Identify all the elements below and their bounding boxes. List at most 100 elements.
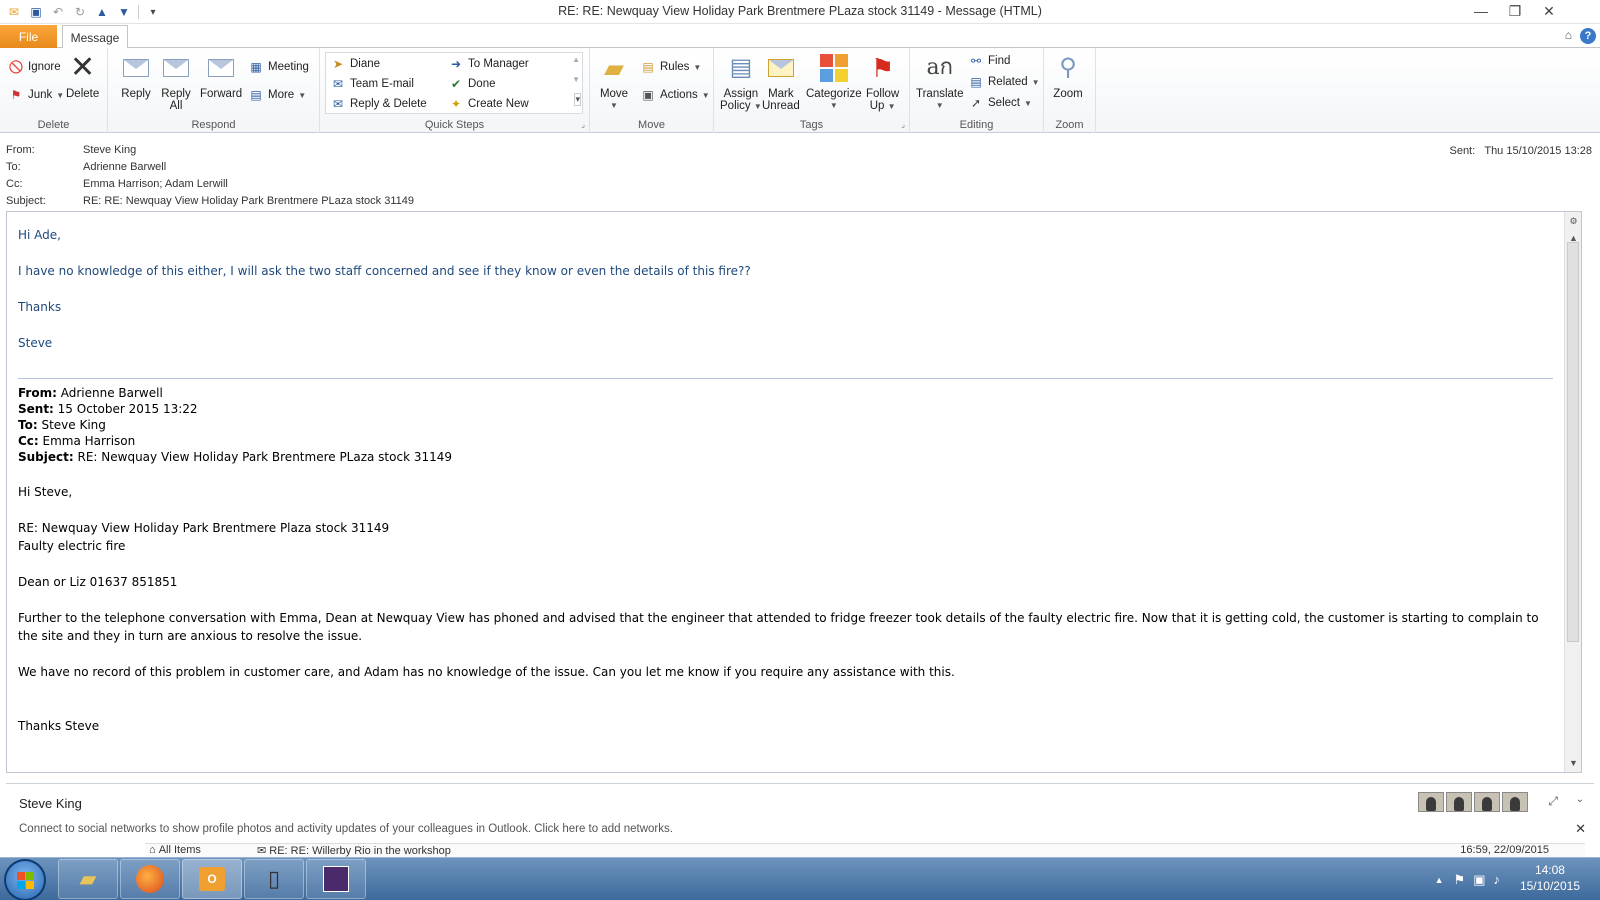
quoted-ref-line-2: Faulty electric fire: [18, 539, 126, 553]
select-button[interactable]: ➚ Select ▼: [968, 94, 1032, 112]
assign-policy-button[interactable]: ▤ Assign Policy ▼: [720, 52, 762, 113]
quoted-cc: Cc: Emma Harrison: [18, 434, 136, 448]
quoted-signature: Thanks Steve: [18, 719, 100, 733]
junk-button[interactable]: ⚑ Junk ▼: [8, 86, 65, 104]
taskbar-outlook[interactable]: O: [182, 859, 242, 899]
rules-button[interactable]: ▤ Rules ▼: [640, 58, 701, 76]
show-hidden-icons[interactable]: ▲: [1435, 875, 1444, 885]
volume-icon[interactable]: ♪: [1494, 872, 1501, 887]
reply-all-button[interactable]: Reply All: [160, 52, 192, 112]
gallery-up-icon[interactable]: ▲: [572, 55, 580, 64]
action-center-flag-icon[interactable]: ⚑: [1454, 872, 1466, 888]
list-item[interactable]: ⌂ All Items: [149, 844, 201, 856]
more-button[interactable]: ▤ More ▼: [248, 86, 306, 104]
quick-step-team-email[interactable]: ✉ Team E-mail: [330, 75, 414, 93]
firefox-icon: [136, 865, 164, 893]
people-pane: Steve King Connect to social networks to…: [6, 783, 1594, 843]
restore-button[interactable]: ❐: [1498, 0, 1532, 22]
move-button[interactable]: ▰ Move ▼: [598, 52, 630, 112]
taskbar-app[interactable]: ▯: [244, 859, 304, 899]
system-clock[interactable]: 14:08 15/10/2015: [1520, 862, 1580, 894]
quick-step-reply-delete[interactable]: ✉ Reply & Delete: [330, 95, 427, 113]
people-pane-name[interactable]: Steve King: [19, 796, 82, 811]
magnifier-icon: ⚲: [1059, 54, 1077, 81]
gallery-more-icon[interactable]: ▾: [574, 93, 581, 106]
tags-group: ▤ Assign Policy ▼ Mark Unread Categorize…: [714, 48, 910, 133]
quoted-ref-line-1: RE: Newquay View Holiday Park Brentmere …: [18, 521, 390, 535]
vertical-scrollbar[interactable]: ⚙ ▲ ▼: [1564, 212, 1581, 772]
delete-button[interactable]: ✕ Delete: [66, 52, 99, 101]
actions-icon: ▣: [642, 88, 654, 102]
taskbar-calculator[interactable]: [306, 859, 366, 899]
gallery-down-icon[interactable]: ▼: [572, 75, 580, 84]
junk-icon: ⚑: [10, 88, 22, 102]
quick-step-icon: ➤: [332, 57, 344, 71]
help-icon[interactable]: ?: [1580, 28, 1596, 44]
meeting-icon: ▦: [250, 60, 262, 74]
close-button[interactable]: ✕: [1532, 0, 1566, 22]
recipient-name[interactable]: Adrienne Barwell: [83, 161, 166, 177]
quoted-from: From: Adrienne Barwell: [18, 386, 163, 400]
zoom-button[interactable]: ⚲ Zoom: [1052, 52, 1084, 101]
actions-button[interactable]: ▣ Actions ▼: [640, 86, 709, 104]
list-item[interactable]: ✉ RE: RE: Willerby Rio in the workshop: [257, 844, 451, 857]
start-button[interactable]: [4, 859, 46, 900]
network-icon[interactable]: ▣: [1473, 872, 1485, 888]
group-label: Delete: [37, 119, 70, 131]
forward-button[interactable]: Forward: [200, 52, 242, 100]
quoted-paragraph-1: Further to the telephone conversation wi…: [18, 611, 1539, 643]
social-network-prompt[interactable]: Connect to social networks to show profi…: [19, 823, 673, 835]
find-button[interactable]: ⚯ Find: [968, 52, 1010, 70]
ignore-button[interactable]: 🚫 Ignore: [8, 58, 61, 76]
windows-taskbar: ▰ O ▯ ▲ ⚑ ▣ ♪ 14:08 15/10/2015: [0, 857, 1600, 900]
close-icon[interactable]: ✕: [1575, 821, 1586, 837]
translate-button[interactable]: aก Translate ▼: [916, 52, 964, 112]
cc-names[interactable]: Emma Harrison; Adam Lerwill: [83, 178, 228, 194]
move-group: ▰ Move ▼ ▤ Rules ▼ ▣ Actions ▼ Move: [590, 48, 714, 133]
scroll-thumb[interactable]: [1567, 242, 1579, 642]
tab-file[interactable]: File: [0, 25, 57, 48]
dialog-launcher-icon[interactable]: ⌟: [901, 120, 905, 129]
quick-step-diane[interactable]: ➤ Diane: [330, 55, 380, 73]
reply-button[interactable]: Reply: [120, 52, 152, 100]
scroll-down-icon[interactable]: ▼: [1566, 755, 1581, 770]
quick-step-to-manager[interactable]: ➜ To Manager: [448, 55, 529, 73]
quick-step-done[interactable]: ✔ Done: [448, 75, 496, 93]
expand-icon[interactable]: ⤢: [1548, 794, 1558, 809]
group-label: Respond: [191, 119, 236, 131]
sender-name[interactable]: Steve King: [83, 144, 136, 160]
message-body[interactable]: Hi Ade, I have no knowledge of this eith…: [6, 211, 1582, 773]
avatar[interactable]: [1474, 792, 1500, 812]
quoted-paragraph-2: We have no record of this problem in cus…: [18, 665, 955, 679]
follow-up-button[interactable]: ⚑ Follow Up ▼: [866, 52, 899, 113]
grid-app-icon: [323, 866, 349, 892]
related-button[interactable]: ▤ Related ▼: [968, 73, 1039, 91]
group-label: Editing: [959, 119, 994, 131]
chevron-down-icon[interactable]: ⌄: [1576, 794, 1584, 805]
more-icon: ▤: [250, 88, 262, 102]
avatar[interactable]: [1502, 792, 1528, 812]
header-to: To: Adrienne Barwell: [6, 161, 166, 177]
view-options-icon[interactable]: ⚙: [1566, 214, 1581, 229]
tab-message[interactable]: Message: [62, 25, 128, 49]
message-header: From: Steve King To: Adrienne Barwell Cc: E…: [0, 140, 1600, 212]
sent-date: Thu 15/10/2015 13:28: [1484, 145, 1592, 157]
categorize-button[interactable]: Categorize ▼: [806, 52, 862, 112]
avatar[interactable]: [1418, 792, 1444, 812]
collapse-ribbon-icon[interactable]: ⌂: [1565, 28, 1572, 42]
folder-move-icon: ▰: [604, 53, 624, 83]
title-bar: ✉ ▣ ↶ ↻ ▲ ▼ ▾ RE: RE: Newquay View Holid…: [0, 0, 1600, 24]
header-sent: Sent: Thu 15/10/2015 13:28: [1449, 145, 1592, 157]
quick-step-create-new[interactable]: ✦ Create New: [448, 95, 529, 113]
avatar[interactable]: [1446, 792, 1472, 812]
flag-icon: ⚑: [870, 53, 895, 83]
dialog-launcher-icon[interactable]: ⌟: [581, 120, 585, 129]
minimize-button[interactable]: —: [1464, 0, 1498, 22]
mark-unread-button[interactable]: Mark Unread: [762, 52, 800, 112]
taskbar-firefox[interactable]: [120, 859, 180, 899]
taskbar-explorer[interactable]: ▰: [58, 859, 118, 899]
meeting-button[interactable]: ▦ Meeting: [248, 58, 309, 76]
zoom-group: ⚲ Zoom Zoom: [1044, 48, 1096, 133]
policy-icon: ▤: [729, 54, 753, 81]
quick-steps-gallery: ➤ Diane ✉ Team E-mail ✉ Reply & Delete ➜ To …: [325, 52, 583, 114]
